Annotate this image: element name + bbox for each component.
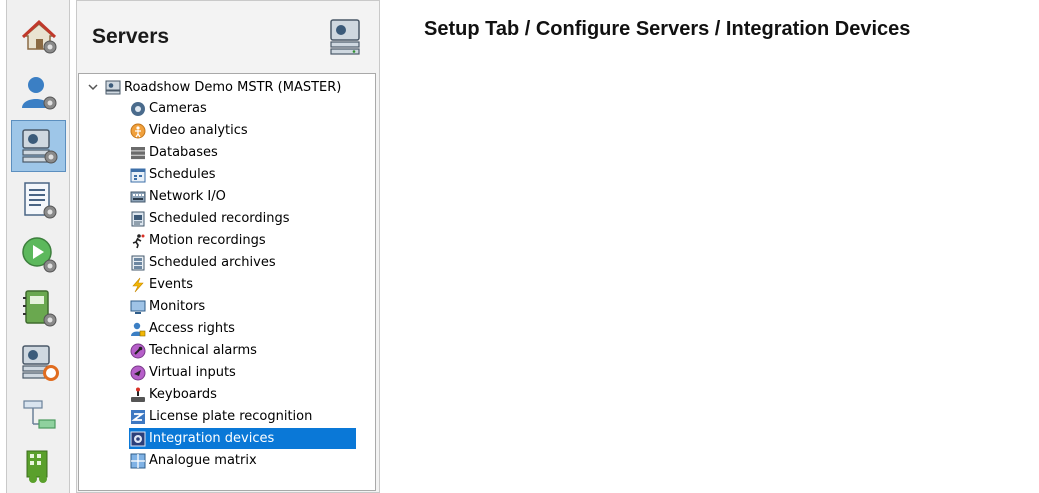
video-analytics-icon: [130, 123, 146, 138]
lightning-icon: [132, 277, 144, 292]
motion-icon: [132, 233, 145, 248]
sidebar-servers-button[interactable]: [11, 120, 66, 172]
tree-item-label: Schedules: [149, 167, 216, 182]
tree-item-label: Access rights: [149, 321, 235, 336]
servers-panel: Servers Roadshow Demo MSTR (MASTER) Came…: [76, 0, 380, 493]
server-alarm-icon: [21, 345, 59, 381]
tree-item-network-io[interactable]: Network I/O: [130, 186, 230, 207]
wrench-icon: [130, 343, 146, 358]
list-settings-icon: [23, 182, 56, 219]
sidebar-server-alarm-button[interactable]: [11, 336, 66, 388]
panel-title: Servers: [92, 25, 170, 48]
home-settings-icon: [21, 19, 56, 54]
tree-item-label: License plate recognition: [149, 409, 313, 424]
page-heading: Setup Tab / Configure Servers / Integrat…: [424, 18, 911, 40]
tree-item-integration-devices[interactable]: Integration devices: [129, 428, 356, 449]
server-tree: Roadshow Demo MSTR (MASTER) Cameras Vide…: [78, 73, 376, 491]
tree-item-databases[interactable]: Databases: [130, 142, 222, 163]
tree-item-label: Keyboards: [149, 387, 217, 402]
tree-item-keyboards[interactable]: Keyboards: [130, 384, 221, 405]
sidebar-network-button[interactable]: [11, 390, 66, 442]
tree-item-label: Video analytics: [149, 123, 248, 138]
tree-item-schedules[interactable]: Schedules: [130, 164, 220, 185]
tree-item-cameras[interactable]: Cameras: [130, 98, 211, 119]
integration-icon: [130, 431, 146, 446]
archive-icon: [131, 255, 145, 270]
sidebar-playback-button[interactable]: [11, 228, 66, 280]
keyboard-icon: [131, 387, 145, 402]
camera-icon: [131, 101, 145, 116]
network-diagram-icon: [22, 400, 56, 429]
tree-item-video-analytics[interactable]: Video analytics: [130, 120, 252, 141]
tree-item-motion-recordings[interactable]: Motion recordings: [130, 230, 270, 251]
tree-item-access-rights[interactable]: Access rights: [130, 318, 239, 339]
tree-item-label: Network I/O: [149, 189, 226, 204]
tree-item-events[interactable]: Events: [130, 274, 197, 295]
server-icon: [105, 80, 121, 95]
tree-item-label: Scheduled archives: [149, 255, 276, 270]
access-rights-icon: [131, 322, 146, 336]
server-settings-icon: [21, 129, 57, 164]
tree-item-license-plate-recognition[interactable]: License plate recognition: [130, 406, 316, 427]
sidebar-users-button[interactable]: [11, 66, 66, 118]
sidebar-notebook-button[interactable]: [11, 282, 66, 334]
tree-root-label: Roadshow Demo MSTR (MASTER): [124, 79, 342, 95]
panel-header: Servers: [77, 1, 379, 73]
tree-item-label: Cameras: [149, 101, 207, 116]
scheduled-recording-icon: [131, 211, 145, 226]
tree-item-label: Events: [149, 277, 194, 292]
tree-item-label: Scheduled recordings: [149, 211, 290, 226]
tree-item-label: Monitors: [149, 299, 206, 314]
user-settings-icon: [21, 77, 56, 110]
server-icon: [330, 19, 360, 55]
chevron-down-icon[interactable]: [87, 81, 99, 93]
tree-item-scheduled-archives[interactable]: Scheduled archives: [130, 252, 280, 273]
matrix-icon: [130, 453, 146, 468]
tree-item-label: Technical alarms: [149, 343, 257, 358]
tree-item-virtual-inputs[interactable]: Virtual inputs: [130, 362, 240, 383]
network-io-icon: [130, 191, 146, 202]
notebook-settings-icon: [22, 290, 56, 327]
sidebar-list-button[interactable]: [11, 174, 66, 226]
sidebar-building-button[interactable]: [11, 440, 66, 492]
tree-item-label: Virtual inputs: [149, 365, 236, 380]
license-plate-icon: [131, 409, 145, 424]
tree-root[interactable]: Roadshow Demo MSTR (MASTER): [87, 77, 341, 97]
calendar-icon: [130, 168, 146, 182]
tree-item-label: Motion recordings: [149, 233, 266, 248]
tree-item-scheduled-recordings[interactable]: Scheduled recordings: [130, 208, 294, 229]
tree-item-monitors[interactable]: Monitors: [130, 296, 209, 317]
playback-settings-icon: [21, 237, 56, 273]
monitor-icon: [130, 300, 146, 314]
tree-item-technical-alarms[interactable]: Technical alarms: [130, 340, 261, 361]
sidebar: [6, 0, 70, 493]
tree-item-label: Databases: [149, 145, 218, 160]
tree-item-label: Analogue matrix: [149, 453, 257, 468]
pointer-icon: [130, 365, 146, 380]
tree-item-label: Integration devices: [149, 431, 275, 446]
sidebar-home-button[interactable]: [11, 10, 66, 62]
database-icon: [131, 146, 145, 159]
tree-item-analogue-matrix[interactable]: Analogue matrix: [130, 450, 261, 471]
building-icon: [26, 450, 47, 483]
